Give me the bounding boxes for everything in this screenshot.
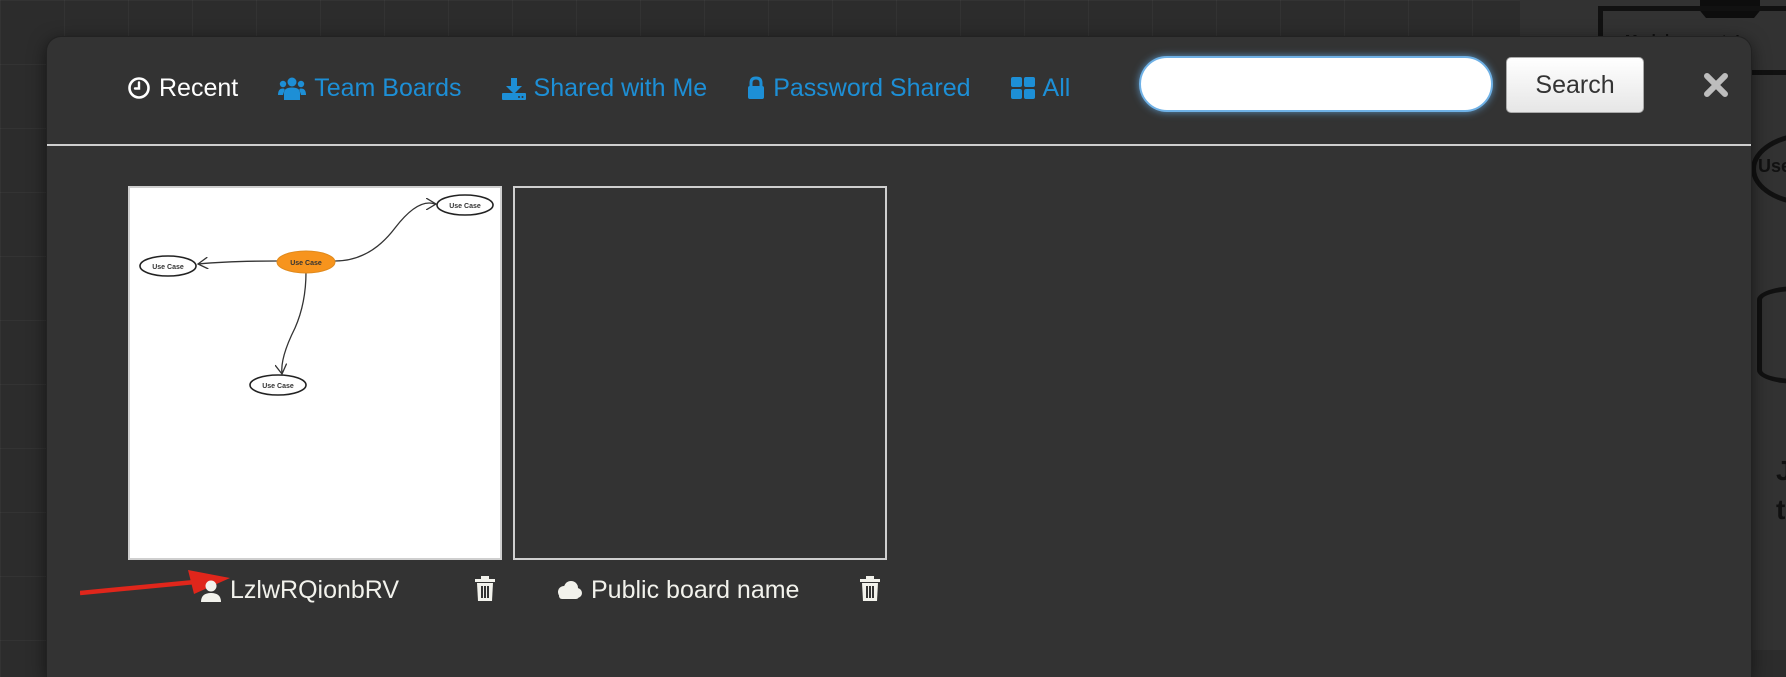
tab-recent[interactable]: Recent: [127, 74, 238, 103]
boards-modal: Recent Team Boards Shared with Me Passwo…: [47, 37, 1751, 677]
background-database-shape: [1757, 286, 1786, 384]
tab-team-boards[interactable]: Team Boards: [278, 73, 462, 103]
background-note-box-edge: [1752, 70, 1786, 75]
diagram-node-label: Use Case: [152, 264, 184, 271]
tab-password-shared-label: Password Shared: [773, 73, 971, 102]
close-icon: [1704, 73, 1728, 97]
cloud-icon: [555, 579, 583, 603]
diagram-node-label: Use Case: [449, 203, 481, 210]
clock-icon: [127, 76, 151, 100]
tab-all[interactable]: All: [1010, 73, 1071, 103]
tab-password-shared[interactable]: Password Shared: [747, 73, 971, 103]
background-letter: t: [1776, 494, 1786, 525]
tab-all-label: All: [1042, 73, 1071, 102]
background-letter: J: [1776, 455, 1786, 486]
diagram-edge: [334, 203, 436, 262]
users-icon: [278, 76, 307, 100]
delete-board-button[interactable]: [474, 576, 496, 602]
diagram-node-label: Use Case: [290, 260, 322, 267]
delete-board-button[interactable]: [859, 576, 881, 602]
download-icon: [501, 76, 526, 100]
search-button[interactable]: Search: [1506, 57, 1644, 113]
diagram-node: Use Case: [139, 255, 197, 277]
user-icon: [200, 579, 222, 603]
board-thumbnail[interactable]: [513, 186, 887, 560]
background-use-case-text: Use: [1758, 156, 1786, 176]
board-name-link[interactable]: LzlwRQionbRV: [200, 576, 399, 605]
grid-icon: [1010, 76, 1035, 100]
tab-shared-with-me[interactable]: Shared with Me: [501, 73, 708, 103]
trash-icon: [860, 576, 880, 601]
header-divider: [47, 144, 1751, 146]
board-name-link[interactable]: Public board name: [555, 576, 799, 605]
diagram-node: Use Case: [249, 374, 307, 396]
diagram-node: Use Case: [276, 250, 336, 274]
trash-icon: [475, 576, 495, 601]
modal-header: Recent Team Boards Shared with Me Passwo…: [47, 37, 1751, 145]
search-input[interactable]: [1139, 56, 1493, 112]
diagram-edge: [198, 261, 278, 264]
lock-icon: [747, 76, 765, 100]
diagram-edge: [282, 271, 307, 374]
board-filter-nav: Recent Team Boards Shared with Me Passwo…: [127, 68, 1110, 108]
tab-recent-label: Recent: [159, 73, 239, 102]
close-button[interactable]: [1703, 72, 1729, 98]
tab-shared-with-me-label: Shared with Me: [533, 73, 708, 102]
tab-team-boards-label: Team Boards: [314, 73, 462, 102]
diagram-preview: Use Case Use Case Use Case Use Case: [139, 194, 494, 396]
board-name: LzlwRQionbRV: [230, 576, 400, 604]
board-name: Public board name: [591, 576, 800, 604]
diagram-node: Use Case: [436, 194, 494, 216]
board-thumbnail[interactable]: Use Case Use Case Use Case Use Case: [128, 186, 502, 560]
diagram-node-label: Use Case: [262, 383, 294, 390]
